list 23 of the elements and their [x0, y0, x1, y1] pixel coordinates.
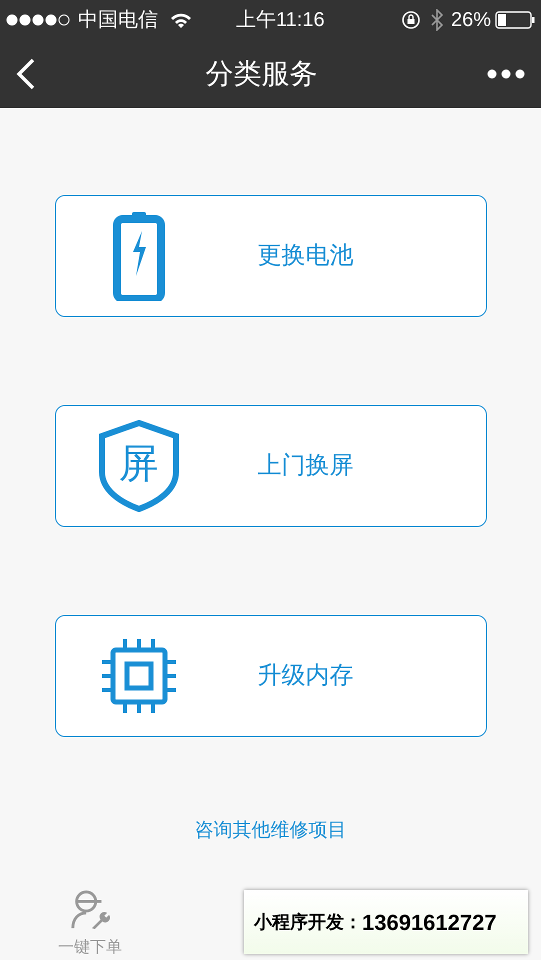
- rotation-lock-icon: [400, 10, 421, 30]
- clock-time: 上午11:16: [236, 8, 325, 33]
- banner-label: 小程序开发：: [254, 910, 362, 934]
- page-title: 分类服务: [206, 57, 318, 91]
- service-card[interactable]: 屏 上门换屏: [54, 405, 486, 527]
- wifi-icon: [170, 12, 192, 28]
- phone-number: 13691612727: [362, 908, 497, 936]
- battery-charge-icon: [112, 211, 164, 301]
- bluetooth-icon: [430, 9, 443, 31]
- back-icon[interactable]: [16, 58, 36, 90]
- battery-percent: 26%: [450, 8, 491, 33]
- service-card[interactable]: 升级内存: [54, 615, 486, 737]
- shield-icon: 屏: [98, 420, 180, 512]
- service-card[interactable]: 更换电池: [54, 195, 486, 317]
- more-icon[interactable]: [487, 69, 525, 79]
- service-label: 升级内存: [258, 661, 354, 691]
- carrier-name: 中国电信: [78, 8, 158, 33]
- battery-icon: [495, 11, 535, 29]
- service-label: 更换电池: [258, 241, 354, 271]
- service-label: 上门换屏: [258, 451, 354, 481]
- consult-link[interactable]: 咨询其他维修项目: [194, 817, 346, 846]
- signal-icon: [6, 14, 72, 26]
- tab-item[interactable]: 一键下单: [0, 880, 180, 960]
